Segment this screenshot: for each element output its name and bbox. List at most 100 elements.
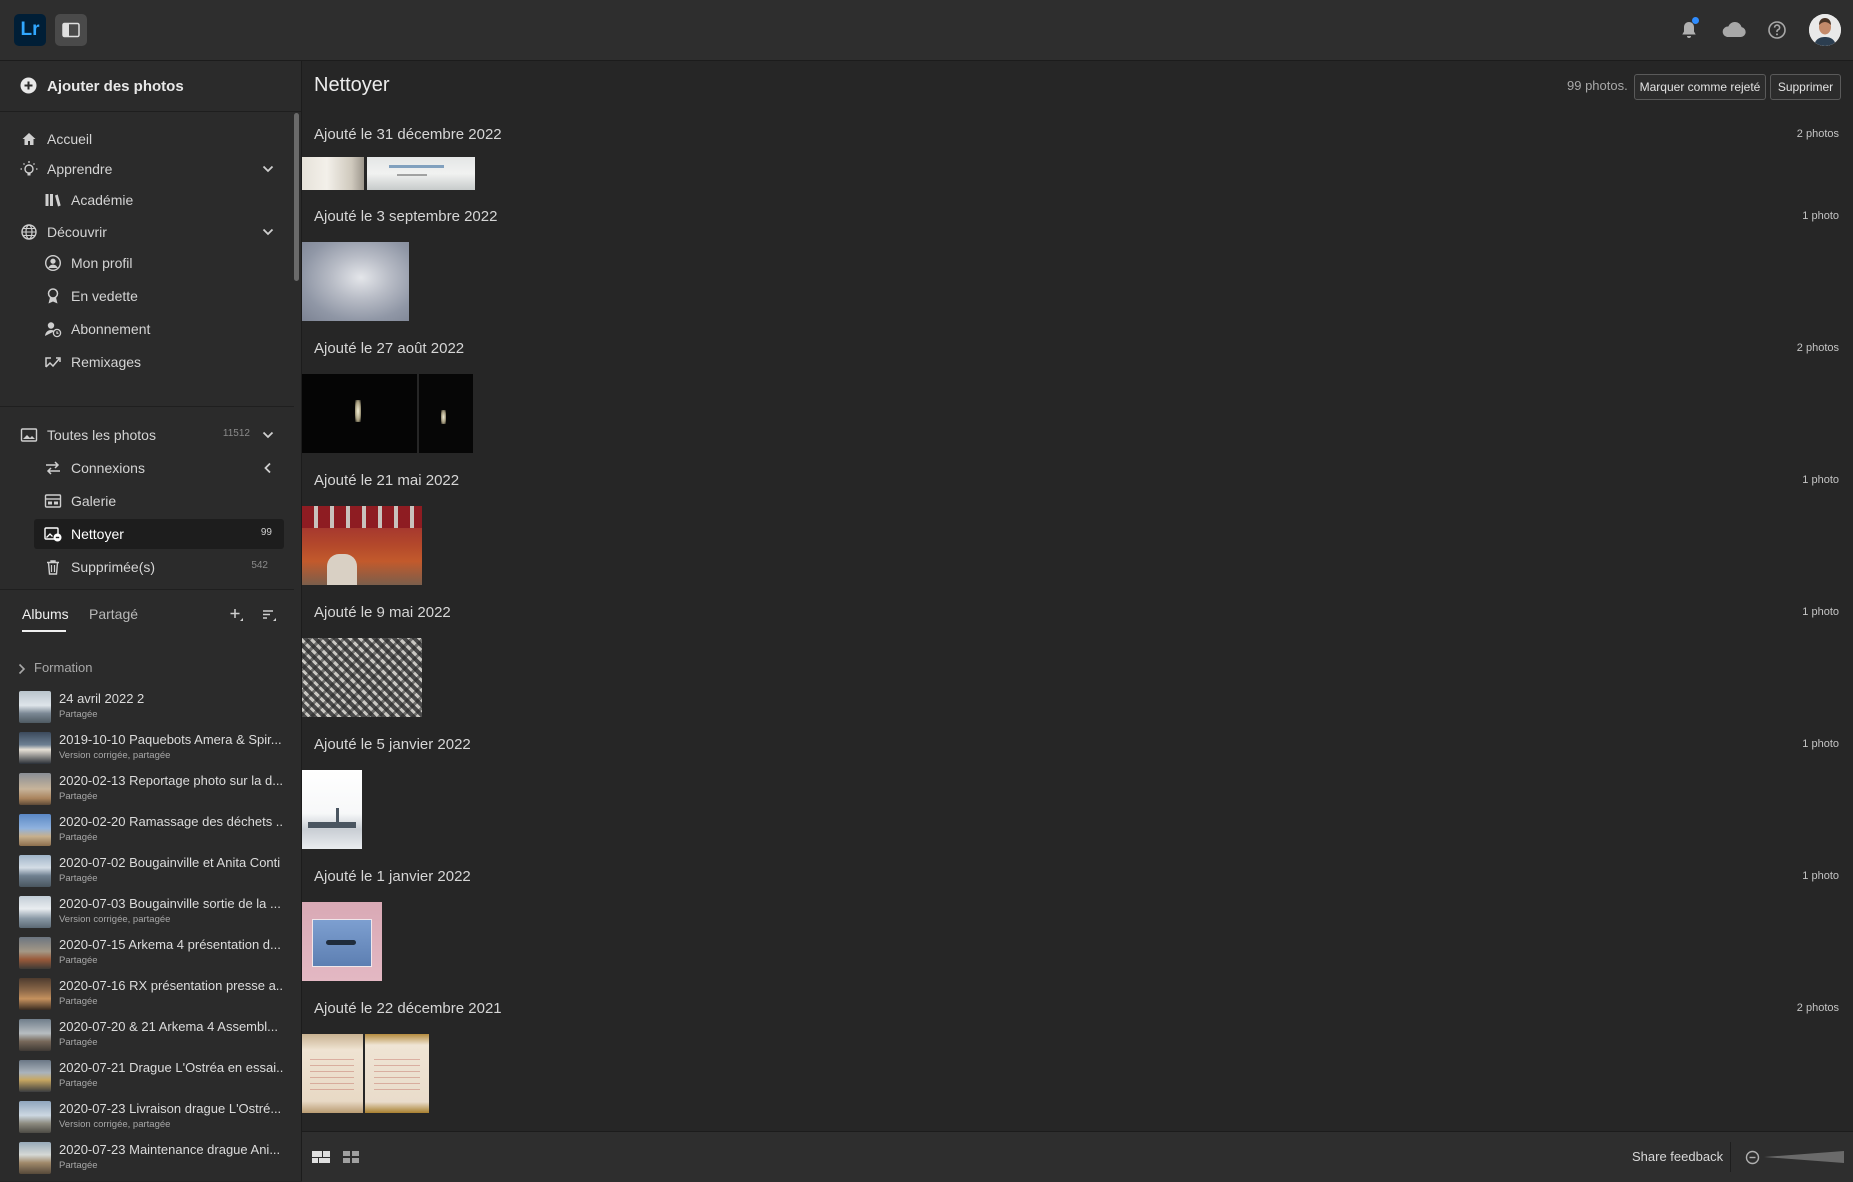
photo-detail <box>355 400 361 422</box>
album-status: Partagée <box>59 1160 98 1171</box>
photo-thumbnail[interactable] <box>302 506 422 585</box>
sidebar-item-remixages[interactable]: Remixages <box>0 347 290 377</box>
home-icon <box>22 133 36 145</box>
sort-icon[interactable] <box>261 606 279 624</box>
album-thumbnail <box>19 855 51 887</box>
sidebar-item-decouvrir[interactable]: Découvrir <box>0 217 290 247</box>
sidebar-scrollbar[interactable] <box>294 113 299 281</box>
album-name: 2020-02-20 Ramassage des déchets ... <box>59 814 283 829</box>
album-item[interactable]: 2020-07-16 RX présentation presse a... P… <box>0 975 294 1015</box>
album-status: Partagée <box>59 955 98 966</box>
album-item[interactable]: 2020-07-21 Drague L'Ostréa en essai... P… <box>0 1057 294 1097</box>
folder-formation[interactable]: Formation <box>0 657 294 681</box>
zoom-slider[interactable] <box>1764 1150 1844 1164</box>
photo-thumbnail[interactable] <box>302 638 422 717</box>
photo-detail <box>302 506 422 528</box>
photo-thumbnail[interactable] <box>302 1034 363 1113</box>
chevron-left-icon[interactable] <box>261 461 275 475</box>
sidebar-item-label: Mon profil <box>71 255 133 271</box>
album-thumbnail <box>19 1142 51 1174</box>
sidebar-item-galerie[interactable]: Galerie <box>0 486 290 516</box>
folder-label: Formation <box>34 660 93 675</box>
tab-partage[interactable]: Partagé <box>89 606 138 622</box>
mosaic-view-icon[interactable] <box>311 1149 331 1165</box>
add-album-icon[interactable] <box>228 606 246 624</box>
add-photos-button[interactable]: Ajouter des photos <box>0 61 301 112</box>
album-item[interactable]: 2020-07-23 Maintenance drague Ani... Par… <box>0 1139 294 1179</box>
sidebar-item-label: Académie <box>71 192 134 208</box>
album-name: 24 avril 2022 2 <box>59 691 145 706</box>
sidebar-item-academie[interactable]: Académie <box>0 185 290 215</box>
photo-thumbnail[interactable] <box>419 374 473 453</box>
photo-thumbnail[interactable] <box>302 157 364 190</box>
trash-icon <box>47 560 59 575</box>
share-feedback-link[interactable]: Share feedback <box>1632 1149 1723 1164</box>
photo-thumbnail[interactable] <box>302 374 417 453</box>
album-item[interactable]: 2019-10-10 Paquebots Amera & Spir... Ver… <box>0 729 294 769</box>
date-group-title: Ajouté le 22 décembre 2021 <box>314 1000 502 1017</box>
sidebar-item-accueil[interactable]: Accueil <box>0 124 290 154</box>
album-item[interactable]: 2020-07-02 Bougainville et Anita Conti P… <box>0 852 294 892</box>
photo-detail <box>336 808 339 824</box>
lightroom-logo[interactable]: Lr <box>14 14 46 46</box>
sidebar-item-abonnement[interactable]: Abonnement <box>0 314 290 344</box>
photo-count-badge: 99 <box>260 527 272 538</box>
photo-thumbnail[interactable] <box>367 157 475 190</box>
cloud-sync-button[interactable] <box>1720 19 1748 41</box>
album-item[interactable]: 2020-07-03 Bougainville sortie de la ...… <box>0 893 294 933</box>
album-thumbnail <box>19 937 51 969</box>
album-item[interactable]: 2020-02-20 Ramassage des déchets ... Par… <box>0 811 294 851</box>
photo-thumbnail[interactable] <box>302 770 362 849</box>
album-item[interactable]: 2020-07-20 & 21 Arkema 4 Assembl... Part… <box>0 1016 294 1056</box>
sidebar-item-mon-profil[interactable]: Mon profil <box>0 248 290 278</box>
top-bar: Lr <box>0 0 1853 61</box>
help-button[interactable] <box>1766 19 1788 41</box>
chevron-down-icon[interactable] <box>261 428 275 442</box>
user-follow-icon <box>45 322 62 338</box>
date-group-title: Ajouté le 1 janvier 2022 <box>314 868 471 885</box>
bottom-divider <box>1730 1142 1731 1172</box>
album-item[interactable]: 2020-07-15 Arkema 4 présentation d... Pa… <box>0 934 294 974</box>
add-circle-icon <box>20 77 37 94</box>
cloud-icon <box>1722 21 1746 37</box>
notifications-button[interactable] <box>1678 17 1700 41</box>
photo-thumbnail[interactable] <box>365 1034 429 1113</box>
photo-thumbnail[interactable] <box>302 902 382 981</box>
date-group-title: Ajouté le 3 septembre 2022 <box>314 208 498 225</box>
sidebar-item-label: Apprendre <box>47 161 113 177</box>
date-group-count: 1 photo <box>1802 606 1839 618</box>
chevron-down-icon[interactable] <box>261 225 275 239</box>
album-thumbnail <box>19 773 51 805</box>
chevron-down-icon[interactable] <box>261 162 275 176</box>
sidebar-item-toutes-les-photos[interactable]: Toutes les photos 11512 <box>0 420 290 450</box>
tab-albums[interactable]: Albums <box>22 606 69 622</box>
sidebar-item-label: Supprimée(s) <box>71 559 156 575</box>
album-thumbnail <box>19 814 51 846</box>
zoom-out-icon[interactable] <box>1745 1150 1760 1165</box>
delete-button[interactable]: Supprimer <box>1770 74 1841 100</box>
photo-thumbnail[interactable] <box>302 242 409 321</box>
sidebar-item-apprendre[interactable]: Apprendre <box>0 154 290 184</box>
album-name: 2020-07-02 Bougainville et Anita Conti <box>59 855 281 870</box>
sidebar-item-en-vedette[interactable]: En vedette <box>0 281 290 311</box>
album-item[interactable]: 24 avril 2022 2 Partagée <box>0 688 294 728</box>
user-avatar[interactable] <box>1809 14 1841 46</box>
panel-toggle-button[interactable] <box>55 14 87 46</box>
mark-rejected-button[interactable]: Marquer comme rejeté <box>1634 74 1766 100</box>
photo-detail <box>389 165 444 168</box>
sidebar-item-connexions[interactable]: Connexions <box>0 453 290 483</box>
grid-view-icon[interactable] <box>341 1149 361 1165</box>
album-thumbnail <box>19 896 51 928</box>
album-item[interactable]: 2020-07-23 Livraison drague L'Ostré... V… <box>0 1098 294 1138</box>
main-content: Nettoyer 99 photos. Marquer comme rejeté… <box>302 61 1853 1131</box>
album-name: 2019-10-10 Paquebots Amera & Spir... <box>59 732 282 747</box>
photo-detail <box>327 554 357 585</box>
sidebar-item-label: Toutes les photos <box>47 427 156 443</box>
album-item[interactable]: 2020-02-13 Reportage photo sur la d... P… <box>0 770 294 810</box>
album-thumbnail <box>19 1101 51 1133</box>
sidebar-item-supprimees[interactable]: Supprimée(s) 542 <box>0 552 290 582</box>
sidebar-item-nettoyer[interactable]: Nettoyer 99 <box>34 519 284 549</box>
albums-tabs: Albums Partagé <box>0 601 294 637</box>
globe-icon <box>21 224 37 240</box>
album-status: Partagée <box>59 1037 98 1048</box>
